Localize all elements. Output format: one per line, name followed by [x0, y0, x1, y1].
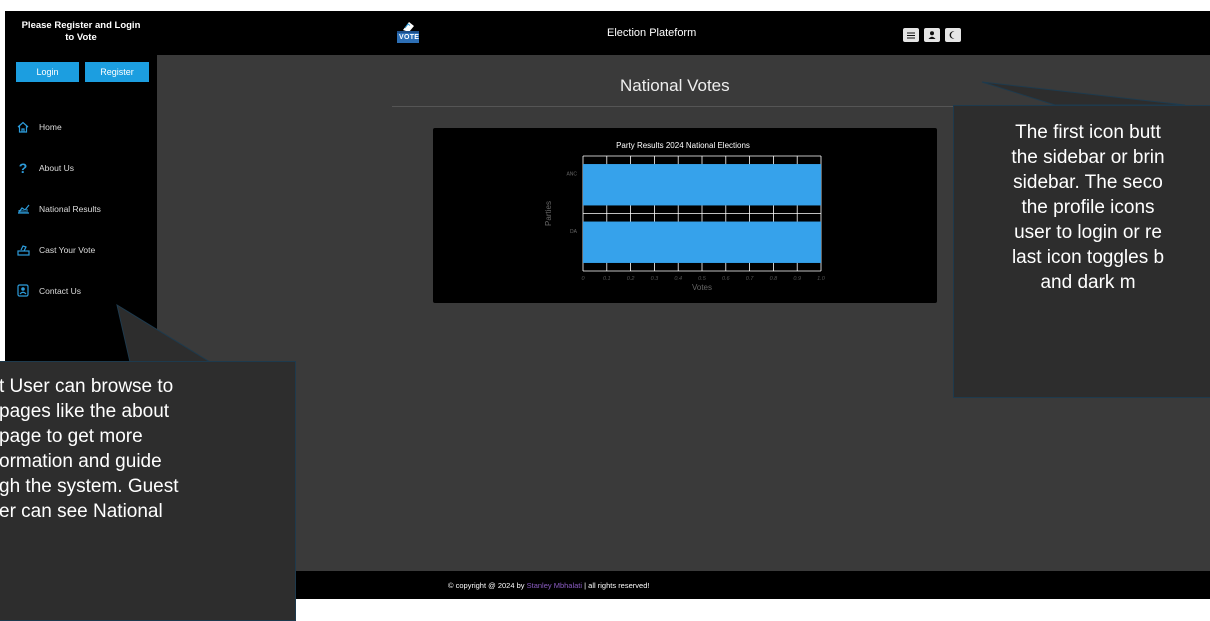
sidebar-item-label: Contact Us: [39, 285, 82, 296]
sidebar-title-line2: to Vote: [65, 32, 97, 43]
callout-line: user to login or re: [1014, 222, 1162, 243]
sidebar-item-label: Home: [39, 121, 62, 132]
home-icon: [15, 119, 31, 135]
x-tick-label: 0.3: [651, 276, 660, 282]
header-icon-buttons: [903, 28, 961, 42]
page-title: National Votes: [620, 76, 730, 95]
chart-title: Party Results 2024 National Elections: [616, 141, 750, 150]
login-button[interactable]: Login: [16, 62, 79, 82]
y-tick-label: ANC: [566, 172, 577, 178]
callout-line: er can see National: [0, 501, 163, 522]
bar-anc: [583, 164, 821, 206]
user-icon[interactable]: [924, 28, 940, 42]
auth-buttons: Login Register: [16, 62, 149, 82]
y-axis-label: Parties: [544, 201, 553, 226]
contact-icon: [15, 283, 31, 299]
sidebar-item-contact[interactable]: Contact Us: [5, 270, 157, 311]
ballot-icon: [15, 242, 31, 258]
x-tick-label: 0.4: [674, 276, 682, 282]
sidebar-item-cast-vote[interactable]: Cast Your Vote: [5, 229, 157, 270]
sidebar-title-line1: Please Register and Login: [21, 20, 141, 31]
copyright-suffix: | all rights reserved!: [582, 581, 650, 590]
copyright-prefix: © copyright @ 2024 by: [448, 581, 527, 590]
divider: [392, 106, 992, 107]
register-button[interactable]: Register: [85, 62, 149, 82]
topbar: VOTE Election Plateform: [157, 11, 1210, 55]
x-tick-label: 0.6: [722, 276, 731, 282]
x-axis-label: Votes: [692, 283, 712, 292]
callout-line: pages like the about: [0, 401, 170, 422]
x-tick-label: 0.9: [793, 276, 801, 282]
question-icon: ?: [18, 159, 28, 176]
author-link[interactable]: Stanley Mbhalati: [527, 581, 582, 590]
callout-right: The first icon butt the sidebar or brin …: [953, 105, 1210, 398]
chart-card: Party Results 2024 National Elections 0 0.…: [433, 128, 937, 303]
x-tick-label: 0.2: [627, 276, 635, 282]
app-title: Election Plateform: [607, 27, 697, 39]
sidebar-title: Please Register and Login to Vote: [5, 11, 157, 44]
x-tick-label: 0.7: [746, 276, 755, 282]
callout-line: ormation and guide: [0, 451, 162, 472]
footer: © copyright @ 2024 by Stanley Mbhalati |…: [157, 571, 1210, 599]
y-tick-label: DA: [570, 229, 578, 235]
callout-line: last icon toggles b: [1011, 247, 1165, 268]
x-tick-label: 0: [581, 276, 585, 282]
menu-icon[interactable]: [903, 28, 919, 42]
x-tick-label: 0.5: [698, 276, 707, 282]
callout-line: page to get more: [0, 426, 143, 447]
x-tick-label: 1.0: [817, 276, 826, 282]
bar-da: [583, 221, 821, 263]
callout-line: the sidebar or brin: [1011, 147, 1165, 168]
callout-line: sidebar. The seco: [1013, 172, 1163, 193]
callout-left: t User can browse to pages like the abou…: [0, 361, 296, 621]
chart-icon: [15, 201, 31, 217]
vote-logo-icon: VOTE: [395, 19, 421, 45]
sidebar-item-label: About Us: [39, 162, 74, 173]
x-tick-label: 0.1: [603, 276, 611, 282]
sidebar-item-home[interactable]: Home: [5, 106, 157, 147]
sidebar-item-label: National Results: [39, 203, 101, 214]
callout-line: gh the system. Guest: [0, 476, 179, 497]
callout-line: The first icon butt: [1015, 122, 1161, 143]
sidebar-item-national-results[interactable]: National Results: [5, 188, 157, 229]
x-tick-label: 0.8: [770, 276, 779, 282]
moon-icon[interactable]: [945, 28, 961, 42]
callout-line: and dark m: [1040, 272, 1136, 293]
sidebar-item-label: Cast Your Vote: [39, 244, 96, 255]
sidebar-nav: Home ? About Us National Results Cast Yo…: [5, 106, 157, 311]
logo-text: VOTE: [399, 34, 420, 41]
copyright-text: © copyright @ 2024 by Stanley Mbhalati |…: [448, 581, 649, 590]
bar-chart: Party Results 2024 National Elections 0 0.…: [544, 141, 826, 292]
callout-line: t User can browse to: [0, 376, 174, 397]
sidebar-item-about[interactable]: ? About Us: [5, 147, 157, 188]
callout-line: the profile icons: [1021, 197, 1155, 218]
